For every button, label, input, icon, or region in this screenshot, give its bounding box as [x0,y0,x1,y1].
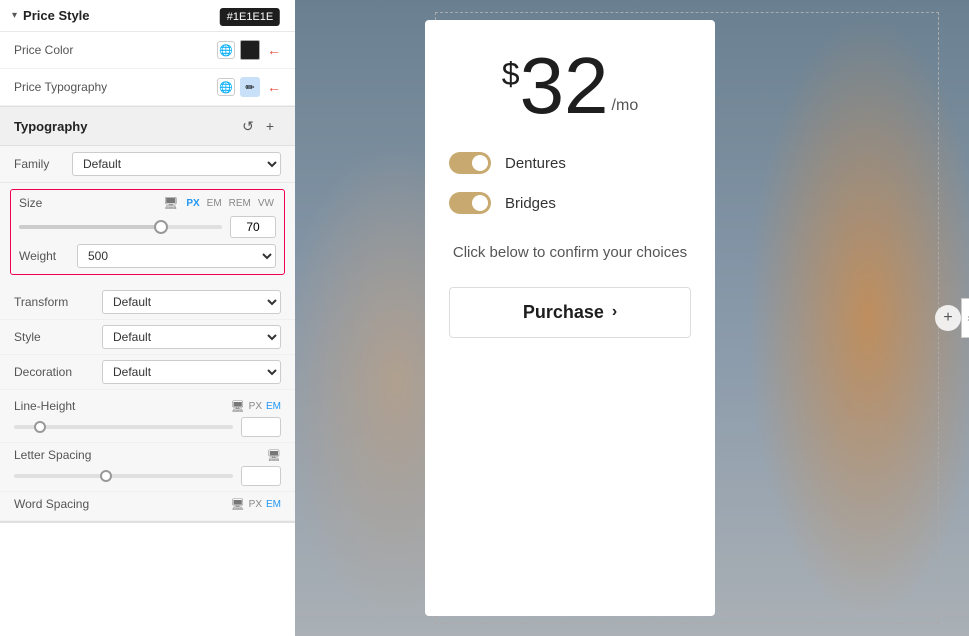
typography-section: Typography ↺ + Family Default Arial Geor… [0,106,295,523]
letter-spacing-label: Letter Spacing [14,448,267,462]
style-label: Style [14,330,94,344]
collapse-icon[interactable]: ▾ [12,10,17,21]
size-slider-track[interactable] [19,225,222,229]
line-height-label: Line-Height [14,399,231,413]
pricing-card: $ 32 /mo Dentures Bridges Click below to… [425,20,715,616]
size-row-controls [19,216,276,238]
unit-tab-vw[interactable]: VW [256,197,276,210]
price-amount: 32 [520,50,609,122]
weight-row: Weight 100 200 300 400 500 600 700 800 9… [19,244,276,268]
price-typography-controls: 🌐 ✏ ← [217,77,281,97]
word-spacing-monitor-icon: 🖥 [231,498,245,511]
line-height-header: Line-Height 🖥 PX EM [14,399,281,413]
toggle-dentures[interactable] [449,152,491,174]
letter-spacing-header: Letter Spacing 🖥 [14,448,281,462]
color-tooltip: #1E1E1E [220,8,280,26]
word-spacing-header: Word Spacing 🖥 PX EM [14,497,281,511]
right-content: + $ 32 /mo Dentures Bridges Click below … [295,0,969,636]
unit-tab-rem[interactable]: REM [227,197,253,210]
price-color-controls: 🌐 #1E1E1E ← [217,40,281,60]
letter-spacing-thumb[interactable] [100,470,112,482]
word-spacing-em[interactable]: EM [266,499,281,510]
weight-label: Weight [19,249,69,263]
add-button[interactable]: + [259,115,281,137]
decoration-label: Decoration [14,365,94,379]
letter-spacing-slider[interactable] [14,474,233,478]
size-row-header: Size 🖥 PX EM REM VW [19,196,276,210]
unit-tabs: PX EM REM VW [184,197,276,210]
letter-spacing-controls [14,466,281,486]
color-swatch-wrapper: #1E1E1E [240,40,260,60]
toggle-bridges[interactable] [449,192,491,214]
line-height-controls [14,417,281,437]
size-slider-fill [19,225,161,229]
line-height-slider[interactable] [14,425,233,429]
line-height-units: PX EM [249,401,281,412]
toggle-label-bridges: Bridges [505,195,556,212]
size-block: Size 🖥 PX EM REM VW Weight [10,189,285,275]
price-dollar: $ [502,58,520,90]
letter-spacing-input[interactable] [241,466,281,486]
family-select[interactable]: Default Arial Georgia Helvetica [72,152,281,176]
unit-tab-em[interactable]: EM [205,197,224,210]
transform-select[interactable]: Default Uppercase Lowercase Capitalize [102,290,281,314]
line-height-em[interactable]: EM [266,401,281,412]
toggle-label-dentures: Dentures [505,155,566,172]
unit-tab-px[interactable]: PX [184,197,201,210]
family-label: Family [14,157,64,171]
size-input[interactable] [230,216,276,238]
price-typography-label: Price Typography [14,80,209,94]
style-row: Style Default Italic Oblique [0,320,295,355]
add-element-icon[interactable]: + [935,305,961,331]
line-height-thumb[interactable] [34,421,46,433]
family-row: Family Default Arial Georgia Helvetica [0,146,295,183]
weight-select[interactable]: 100 200 300 400 500 600 700 800 900 [77,244,276,268]
price-display: $ 32 /mo [502,50,638,122]
price-period: /mo [612,98,639,114]
size-slider-thumb[interactable] [154,220,168,234]
price-typography-row: Price Typography 🌐 ✏ ← [0,69,295,106]
confirm-text: Click below to confirm your choices [453,242,687,265]
word-spacing-units: PX EM [249,499,281,510]
extra-props: Transform Default Uppercase Lowercase Ca… [0,281,295,394]
letter-spacing-monitor-icon: 🖥 [267,449,281,462]
decoration-row: Decoration Default Underline Overline Li… [0,355,295,390]
line-height-monitor-icon: 🖥 [231,400,245,413]
toggles-section: Dentures Bridges [449,152,691,214]
size-label: Size [19,196,157,210]
arrow-indicator: ← [267,42,281,58]
typography-header: Typography ↺ + [0,107,295,146]
price-color-row: Price Color 🌐 #1E1E1E ← [0,32,295,69]
purchase-chevron: › [612,303,617,321]
reset-button[interactable]: ↺ [237,115,259,137]
letter-spacing-row: Letter Spacing 🖥 [0,443,295,492]
purchase-label: Purchase [523,302,604,323]
color-swatch[interactable] [240,40,260,60]
transform-label: Transform [14,295,94,309]
style-select[interactable]: Default Italic Oblique [102,325,281,349]
globe-icon[interactable]: 🌐 [217,41,235,59]
decoration-select[interactable]: Default Underline Overline Line-through [102,360,281,384]
line-height-input[interactable] [241,417,281,437]
purchase-button[interactable]: Purchase › [449,287,691,338]
word-spacing-px[interactable]: PX [249,499,262,510]
monitor-icon: 🖥 [163,196,178,210]
globe-icon-2[interactable]: 🌐 [217,78,235,96]
pencil-button[interactable]: ✏ [240,77,260,97]
word-spacing-row: Word Spacing 🖥 PX EM [0,492,295,521]
arrow-indicator-2: ← [267,79,281,95]
line-height-px[interactable]: PX [249,401,262,412]
line-height-row: Line-Height 🖥 PX EM [0,394,295,443]
left-panel: ▾ Price Style Price Color 🌐 #1E1E1E ← Pr… [0,0,295,636]
toggle-row-bridges: Bridges [449,192,691,214]
price-color-label: Price Color [14,43,209,57]
word-spacing-label: Word Spacing [14,497,231,511]
toggle-row-dentures: Dentures [449,152,691,174]
typography-title: Typography [14,119,237,134]
transform-row: Transform Default Uppercase Lowercase Ca… [0,285,295,320]
section-title: Price Style [23,8,90,23]
